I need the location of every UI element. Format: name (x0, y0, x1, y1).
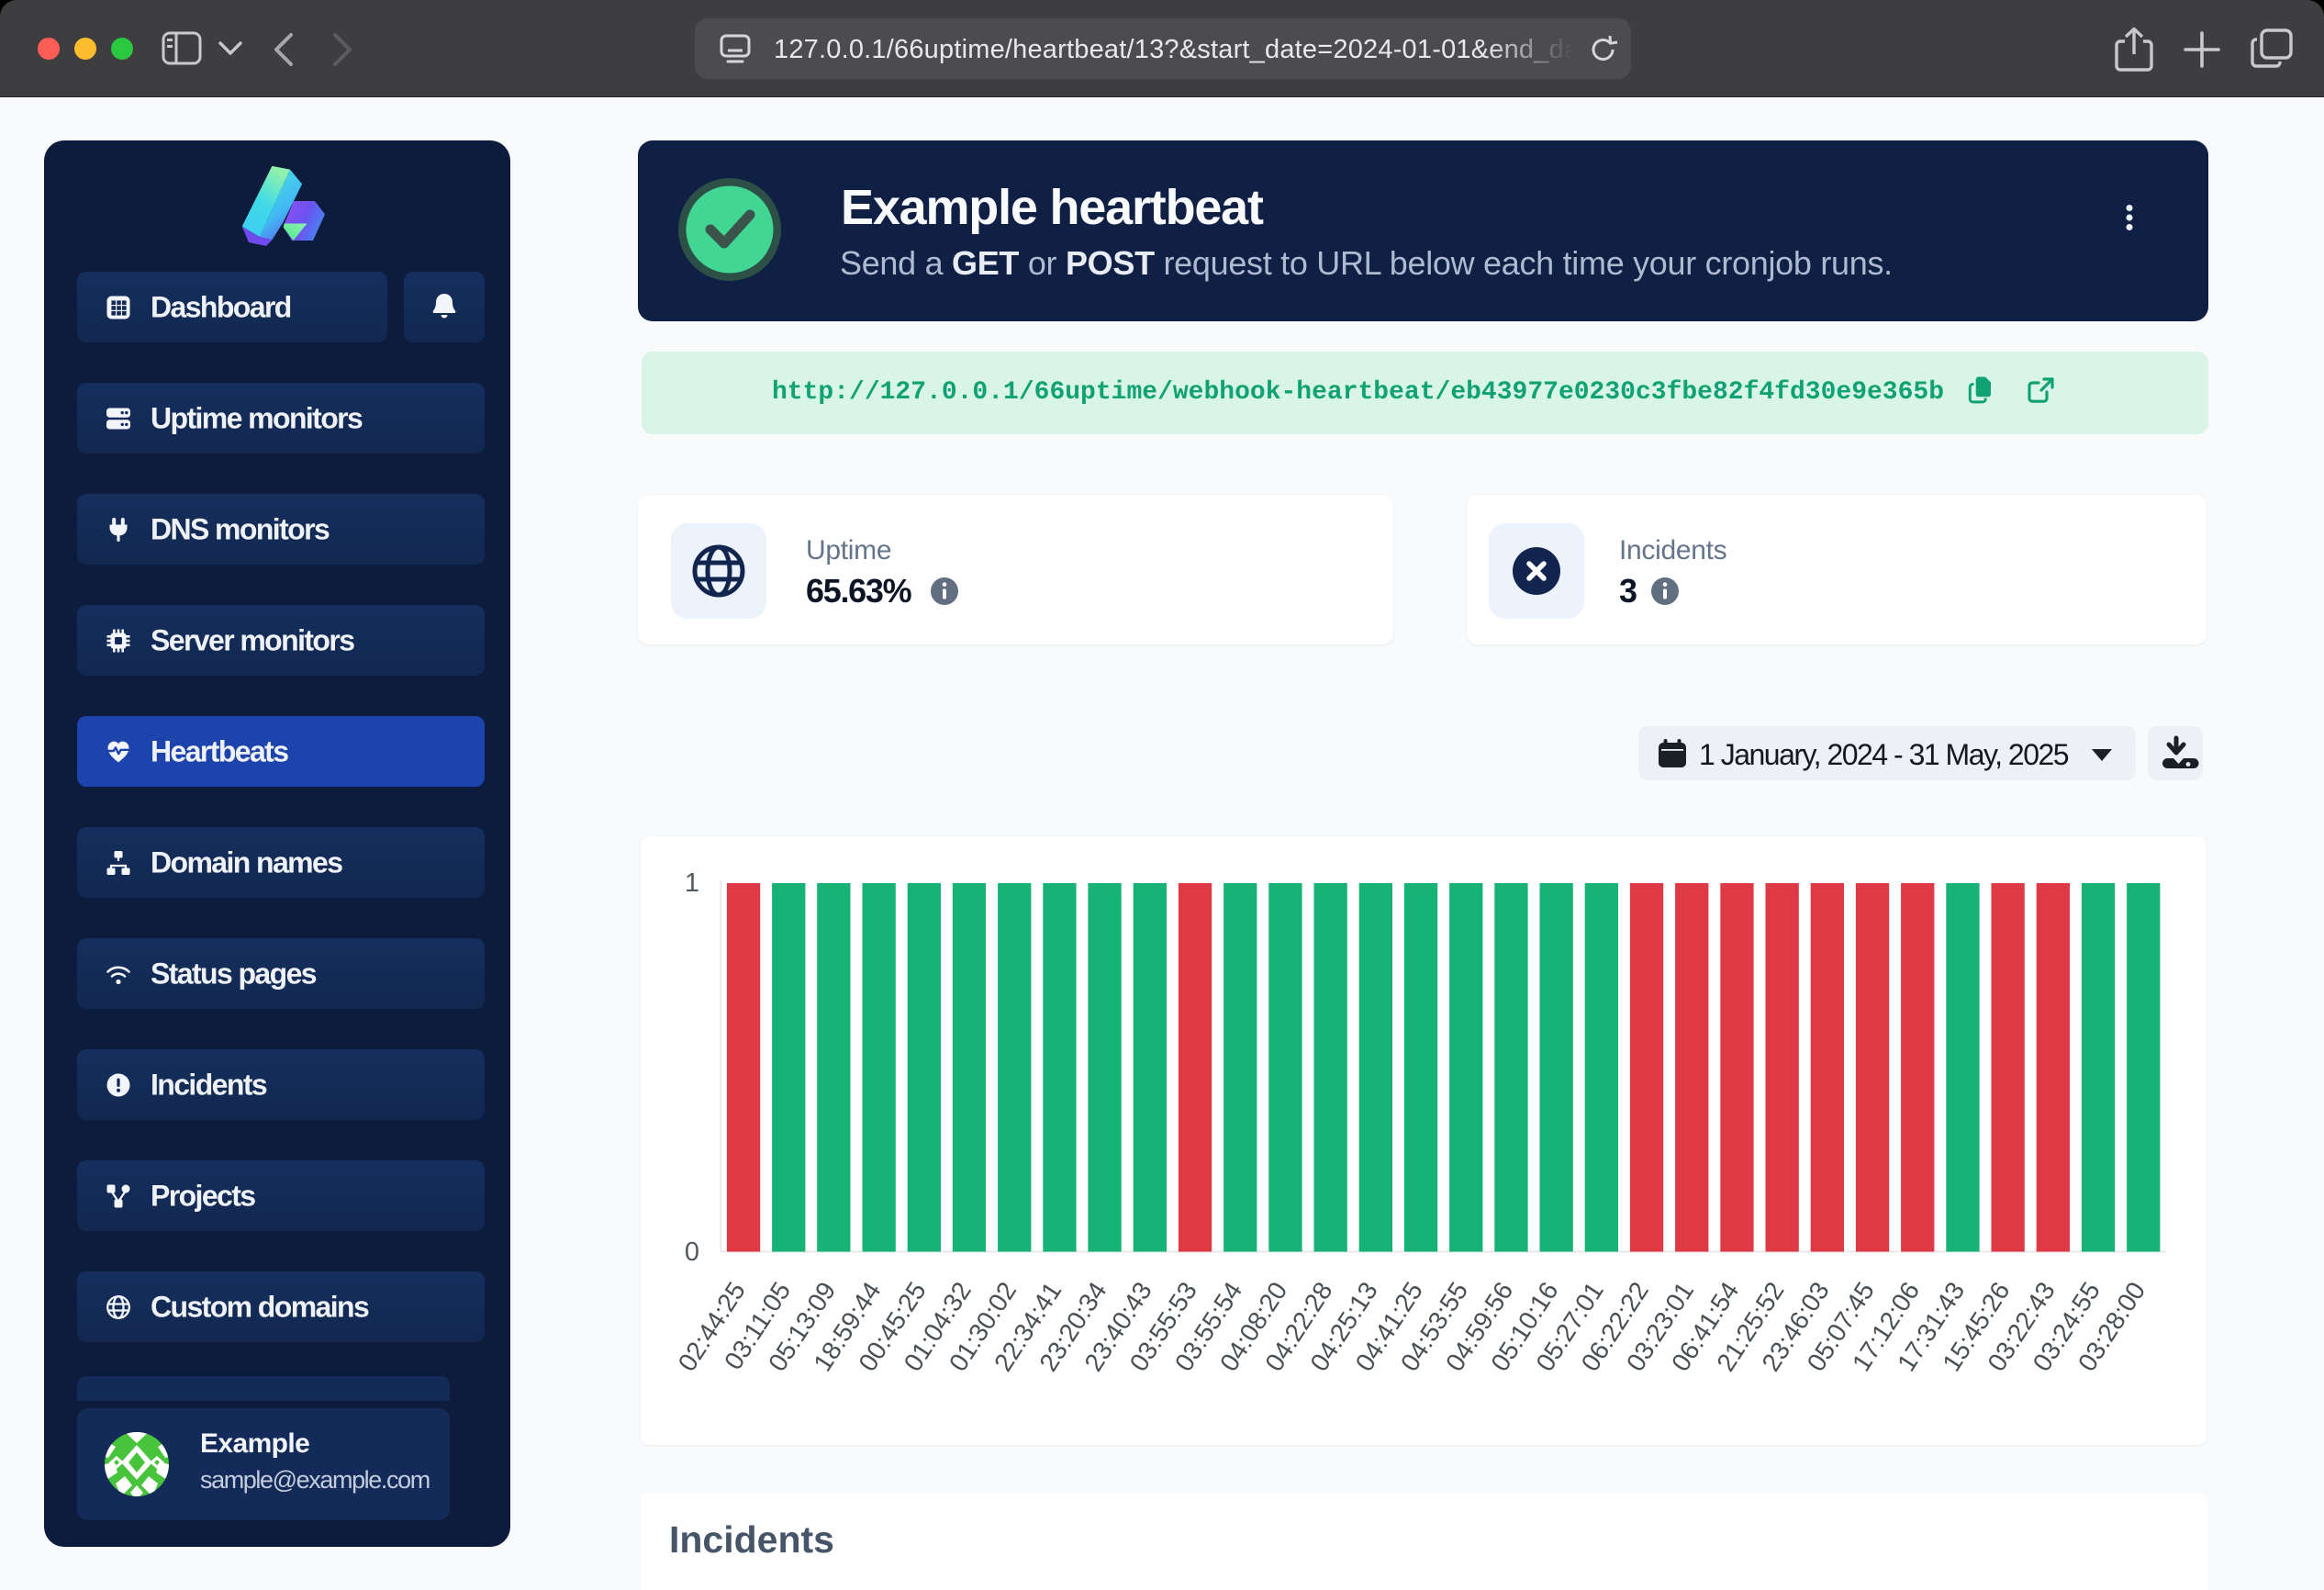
svg-text:1: 1 (685, 868, 699, 898)
svg-text:0: 0 (685, 1237, 699, 1267)
